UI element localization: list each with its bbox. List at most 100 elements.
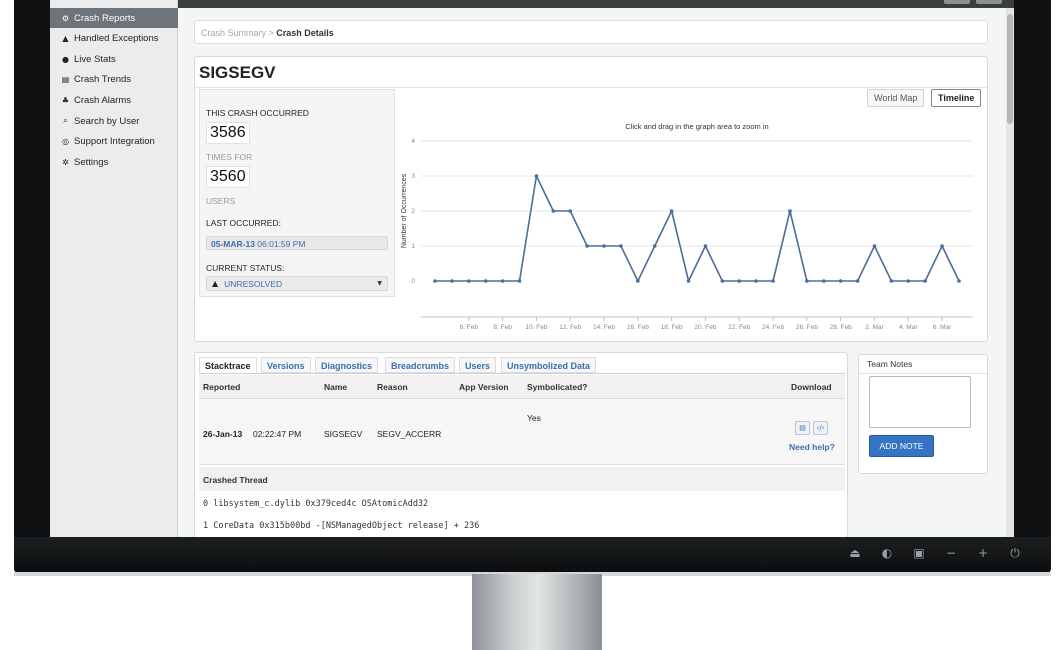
x-tick-label: 14. Feb [593,324,615,331]
data-point [821,279,826,283]
minus-icon[interactable]: − [945,545,957,561]
data-point [602,244,606,248]
divider [859,373,987,374]
col-name: Name [324,382,348,392]
data-point [500,279,505,283]
row-time: 02:22:47 PM [253,429,302,439]
divider [195,87,987,88]
sidebar-item-label: Crash Alarms [74,94,132,106]
tab-stacktrace[interactable]: Stacktrace [199,357,257,373]
x-tick-label: 10. Feb [525,324,547,331]
power-icon[interactable]: ⏻ [1009,545,1021,561]
contrast-icon[interactable]: ◐ [881,545,893,561]
y-tick-label: 2 [411,208,415,215]
info-icon: ● [62,54,69,64]
sidebar-item-live-stats[interactable]: ● Live Stats [50,49,178,69]
details-tabs: Stacktrace Versions Diagnostics Breadcrumbs… [194,352,848,537]
y-tick-label: 1 [411,243,415,250]
warning-icon: ▲ [62,34,69,44]
scrollbar-thumb[interactable] [1007,14,1013,124]
sidebar-item-settings[interactable]: ✲ Settings [50,152,178,172]
topbar-button[interactable] [976,0,1002,4]
col-reported: Reported [203,382,241,392]
data-point [568,209,573,213]
col-download: Download [791,382,832,392]
x-tick-label: 2. Mar [865,324,884,331]
col-reason: Reason [377,382,408,392]
data-point [788,209,792,213]
data-point [483,279,488,283]
chevron-down-icon: ▼ [377,280,382,287]
series-line [435,175,960,282]
occurred-label: THIS CRASH OCCURRED [206,108,309,118]
col-app-version: App Version [459,382,509,392]
sidebar-item-label: Crash Reports [74,12,136,24]
download-file-icon[interactable]: ▤ [795,421,810,435]
team-notes-title: Team Notes [867,359,913,369]
settings-icon: ✲ [62,157,69,167]
breadcrumb-parent[interactable]: Crash Summary [201,28,266,38]
col-symbolicated: Symbolicated? [527,382,588,392]
sidebar-item-crash-reports[interactable]: ⚙ Crash Reports [50,8,178,28]
sidebar-item-crash-alarms[interactable]: ♣ Crash Alarms [50,90,178,110]
data-point [619,244,623,248]
chart-svg[interactable]: Click and drag in the graph area to zoom… [401,117,985,339]
sidebar-item-handled-exceptions[interactable]: ▲ Handled Exceptions [50,29,178,49]
x-tick-label: 4. Mar [899,324,918,331]
download-code-icon[interactable]: ‹/› [813,421,828,435]
timeline-button[interactable]: Timeline [931,89,982,107]
input-icon[interactable]: ▣ [913,545,925,561]
screen: ⚙ Crash Reports ▲ Handled Exceptions ● Live S… [50,0,1014,537]
x-tick-label: 6. Mar [933,324,952,331]
data-point [957,279,961,283]
data-point [652,244,657,248]
sidebar-item-label: Crash Trends [74,74,132,86]
y-tick-label: 3 [411,173,415,180]
monitor-bezel: ⏏ ◐ ▣ − + ⏻ [14,537,1051,574]
data-point [838,279,843,283]
sidebar-item-crash-trends[interactable]: ▤ Crash Trends [50,70,178,90]
add-note-button[interactable]: ADD NOTE [869,435,934,457]
sidebar: ⚙ Crash Reports ▲ Handled Exceptions ● Live S… [50,0,178,537]
topbar-button[interactable] [944,0,970,4]
data-point [737,279,742,283]
last-occurred-label: LAST OCCURRED: [206,218,281,228]
table-header: Reported Name Reason App Version Symboli… [199,375,845,399]
data-point [585,244,589,248]
timeline-chart[interactable]: Click and drag in the graph area to zoom… [401,117,985,339]
sidebar-item-label: Search by User [74,115,140,127]
x-tick-label: 18. Feb [661,324,683,331]
table-row[interactable]: 26-Jan-13 02:22:47 PM SIGSEGV SEGV_ACCER… [199,399,845,465]
page-title: SIGSEGV [199,63,276,82]
data-point [433,279,437,283]
y-axis-label: Number of Occurrences [401,173,408,248]
tab-breadcrumbs[interactable]: Breadcrumbs [385,357,456,373]
eject-icon[interactable]: ⏏ [849,545,861,561]
crash-stats-box: THIS CRASH OCCURRED 3586 TIMES FOR 3560 … [199,89,395,297]
main-content: Crash Summary > Crash Details SIGSEGV TH… [178,8,1014,537]
crash-details-panel: SIGSEGV THIS CRASH OCCURRED 3586 TIMES F… [194,56,988,342]
tab-users[interactable]: Users [459,357,497,373]
last-occurred-time: 06:01:59 PM [254,239,306,249]
data-point [855,279,860,283]
sidebar-item-support-integration[interactable]: ◎ Support Integration [50,132,178,152]
sidebar-item-label: Live Stats [74,53,116,65]
tab-unsymbolized-data[interactable]: Unsymbolized Data [501,357,597,373]
times-count: 3586 [206,122,250,144]
tab-versions[interactable]: Versions [261,357,311,373]
plus-icon[interactable]: + [977,545,989,561]
team-notes-input[interactable] [869,376,971,428]
world-map-button[interactable]: World Map [867,89,925,107]
tab-diagnostics[interactable]: Diagnostics [315,357,379,373]
need-help-link[interactable]: Need help? [789,442,835,452]
sidebar-item-search-by-user[interactable]: ⌕ Search by User [50,111,178,131]
data-point [636,279,640,283]
scrollbar[interactable] [1006,8,1014,537]
data-point [872,244,877,248]
users-label: USERS [206,196,236,206]
data-point [534,174,539,178]
x-tick-label: 16. Feb [627,324,649,331]
sidebar-item-label: Settings [74,156,109,168]
x-tick-label: 6. Feb [460,324,479,331]
status-select[interactable]: ▲ UNRESOLVED ▼ [206,276,388,291]
